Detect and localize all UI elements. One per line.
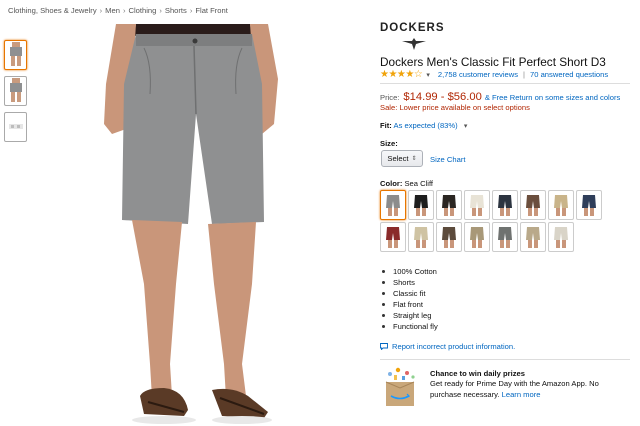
color-swatch[interactable] bbox=[380, 190, 406, 220]
bullet-icon bbox=[382, 292, 385, 295]
breadcrumb: Clothing, Shoes & Jewelry › Men › Clothing › S… bbox=[8, 6, 228, 15]
rating-separator: | bbox=[523, 70, 526, 79]
select-arrows-icon: ⇕ bbox=[411, 156, 417, 162]
color-swatch[interactable] bbox=[436, 190, 462, 220]
main-product-image[interactable] bbox=[92, 24, 298, 426]
list-item: 100% Cotton bbox=[382, 266, 438, 277]
breadcrumb-item-clothing-shoes-jewelry[interactable]: Clothing, Shoes & Jewelry bbox=[8, 6, 97, 15]
thumbnail-side-image bbox=[9, 78, 22, 102]
swatch-short-image bbox=[442, 227, 456, 248]
swatch-short-image bbox=[386, 227, 400, 248]
color-label: Color: bbox=[380, 179, 403, 188]
free-return-link[interactable]: & Free Return on some sizes and colors bbox=[485, 93, 620, 102]
promo-title: Chance to win daily prizes bbox=[430, 369, 525, 378]
bullet-icon bbox=[382, 303, 385, 306]
list-item: Functional fly bbox=[382, 321, 438, 332]
sale-text: Lower price available on select options bbox=[399, 103, 530, 112]
feature-bullets: 100% Cotton Shorts Classic fit Flat fron… bbox=[382, 266, 438, 332]
breadcrumb-separator: › bbox=[122, 6, 126, 15]
fit-label: Fit: bbox=[380, 121, 392, 130]
price-row: Price: $14.99 - $56.00 & Free Return on … bbox=[380, 91, 620, 103]
color-swatches bbox=[380, 190, 608, 252]
promo-text: Get ready for Prime Day with the Amazon … bbox=[430, 379, 599, 399]
bullet-icon bbox=[382, 270, 385, 273]
swatch-short-image bbox=[526, 195, 540, 216]
report-text: Report incorrect product information. bbox=[392, 342, 516, 351]
product-title: Dockers Men's Classic Fit Perfect Short … bbox=[380, 55, 606, 69]
breadcrumb-item-flat-front[interactable]: Flat Front bbox=[195, 6, 228, 15]
color-swatch[interactable] bbox=[380, 222, 406, 252]
list-item: Flat front bbox=[382, 299, 438, 310]
answered-questions-link[interactable]: 70 answered questions bbox=[530, 70, 608, 79]
list-item: Classic fit bbox=[382, 288, 438, 299]
star-rating-icon[interactable]: ★★★★☆ bbox=[380, 69, 423, 80]
price-label: Price: bbox=[380, 93, 400, 102]
swatch-short-image bbox=[386, 195, 400, 216]
swatch-short-image bbox=[554, 227, 568, 248]
color-swatch[interactable] bbox=[492, 190, 518, 220]
breadcrumb-item-shorts[interactable]: Shorts bbox=[165, 6, 187, 15]
customer-reviews-link[interactable]: 2,758 customer reviews bbox=[438, 70, 518, 79]
color-swatch[interactable] bbox=[520, 222, 546, 252]
breadcrumb-item-men[interactable]: Men bbox=[105, 6, 120, 15]
learn-more-link[interactable]: Learn more bbox=[502, 390, 541, 399]
report-incorrect-info-link[interactable]: Report incorrect product information. bbox=[380, 342, 515, 351]
swatch-short-image bbox=[526, 227, 540, 248]
color-row: Color: Sea Cliff bbox=[380, 179, 433, 188]
color-selected-value: Sea Cliff bbox=[404, 179, 434, 188]
swatch-short-image bbox=[442, 195, 456, 216]
color-swatch[interactable] bbox=[520, 190, 546, 220]
image-thumbnails bbox=[4, 40, 28, 148]
color-swatch[interactable] bbox=[464, 190, 490, 220]
gift-box-icon bbox=[385, 367, 415, 406]
size-chart-link[interactable]: Size Chart bbox=[430, 155, 465, 164]
color-swatch[interactable] bbox=[464, 222, 490, 252]
sale-row: Sale: Lower price available on select op… bbox=[380, 103, 530, 112]
fit-row: Fit: As expected (83%) ▾ bbox=[380, 121, 475, 130]
chevron-down-icon[interactable]: ▾ bbox=[464, 123, 468, 130]
fit-rating-link[interactable]: As expected (83%) bbox=[394, 121, 458, 130]
swatch-short-image bbox=[414, 195, 428, 216]
breadcrumb-separator: › bbox=[99, 6, 103, 15]
price-value: $14.99 - $56.00 bbox=[403, 91, 482, 103]
size-select[interactable]: Select ⇕ bbox=[381, 150, 423, 167]
color-swatch[interactable] bbox=[436, 222, 462, 252]
bullet-icon bbox=[382, 314, 385, 317]
thumbnail-front-image bbox=[9, 42, 22, 66]
color-swatch[interactable] bbox=[548, 190, 574, 220]
size-select-value: Select bbox=[387, 154, 409, 163]
color-swatch[interactable] bbox=[548, 222, 574, 252]
speech-bubble-icon bbox=[380, 343, 388, 350]
swatch-short-image bbox=[470, 227, 484, 248]
thumbnail-detail-image bbox=[8, 124, 23, 129]
section-divider bbox=[380, 83, 630, 84]
rating-row: ★★★★☆ ▾ 2,758 customer reviews | 70 answ… bbox=[380, 69, 608, 80]
swatch-short-image bbox=[470, 195, 484, 216]
section-divider bbox=[380, 359, 630, 360]
brand-name[interactable]: DOCKERS bbox=[380, 22, 445, 34]
color-swatch[interactable] bbox=[492, 222, 518, 252]
bullet-icon bbox=[382, 281, 385, 284]
chevron-down-icon[interactable]: ▾ bbox=[426, 71, 430, 79]
thumbnail-detail-view[interactable] bbox=[4, 112, 27, 142]
color-swatch[interactable] bbox=[408, 190, 434, 220]
swatch-short-image bbox=[498, 195, 512, 216]
swatch-short-image bbox=[554, 195, 568, 216]
list-item: Straight leg bbox=[382, 310, 438, 321]
size-label: Size: bbox=[380, 139, 398, 148]
bullet-icon bbox=[382, 325, 385, 328]
color-swatch[interactable] bbox=[576, 190, 602, 220]
swatch-short-image bbox=[414, 227, 428, 248]
list-item: Shorts bbox=[382, 277, 438, 288]
breadcrumb-separator: › bbox=[159, 6, 162, 15]
breadcrumb-item-clothing[interactable]: Clothing bbox=[128, 6, 156, 15]
sale-label: Sale: bbox=[380, 103, 398, 112]
color-swatch[interactable] bbox=[408, 222, 434, 252]
brand-wing-logo-icon bbox=[402, 38, 426, 50]
thumbnail-front-view[interactable] bbox=[4, 40, 27, 70]
breadcrumb-separator: › bbox=[189, 6, 193, 15]
thumbnail-side-view[interactable] bbox=[4, 76, 27, 106]
swatch-short-image bbox=[582, 195, 596, 216]
swatch-short-image bbox=[498, 227, 512, 248]
